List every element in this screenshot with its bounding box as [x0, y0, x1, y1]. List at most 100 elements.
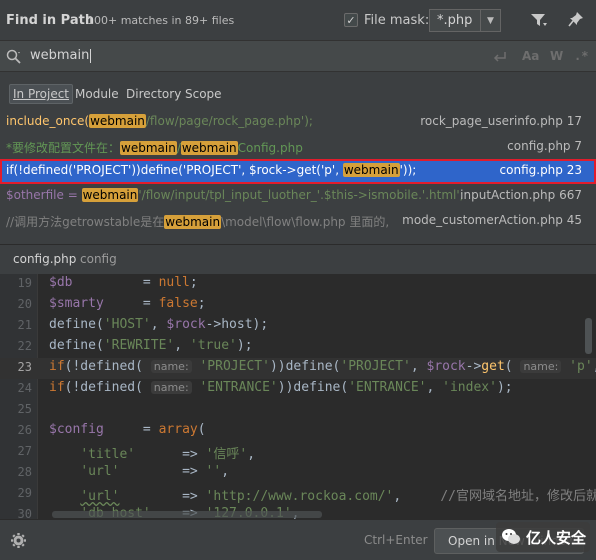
code-preview[interactable]: 19 $db = null; 20 $smarty = false; 21 defin… [0, 274, 596, 519]
file-mask-label: File mask: [364, 13, 430, 28]
line-number: 20 [17, 297, 32, 311]
preview-directory: config [80, 252, 117, 266]
tab-directory[interactable]: Directory [123, 84, 184, 104]
code-fragment: if(!defined('PROJECT'))define('PROJECT',… [6, 163, 343, 177]
result-location: config.php 23 [499, 163, 582, 177]
line-text: 'url' => 'http://www.rockoa.com/', //官网域… [80, 489, 596, 504]
line-text: define('HOST', $rock->host); [49, 317, 269, 332]
code-line: 21 define('HOST', $rock->host); [0, 316, 596, 337]
match-highlight: webmain [164, 215, 222, 229]
file-mask-select[interactable]: *.php ▼ [429, 9, 501, 32]
result-row[interactable]: include_once(webmain/flow/page/rock_page… [0, 110, 596, 135]
find-in-path-header: Find in Path 100+ matches in 89+ files ✓… [0, 0, 596, 40]
match-case-toggle[interactable]: Aa [522, 49, 539, 63]
line-text: define('REWRITE', 'true'); [49, 338, 253, 353]
result-row-selected[interactable]: if(!defined('PROJECT'))define('PROJECT',… [0, 159, 596, 184]
chevron-down-icon[interactable]: ▼ [480, 10, 500, 31]
line-text: $smarty = false; [49, 296, 206, 311]
line-text: $config = array( [49, 422, 206, 437]
search-input[interactable]: webmain [30, 48, 92, 63]
regex-toggle[interactable]: .* [574, 49, 588, 63]
code-fragment: *要修改配置文件在： [6, 141, 121, 155]
result-location: rock_page_userinfo.php 17 [420, 114, 582, 128]
line-number: 29 [17, 486, 32, 500]
line-text: $db = null; [49, 275, 198, 290]
result-row[interactable]: //调用方法getrowstable是在webmain\model\flow\f… [0, 209, 596, 234]
line-number: 19 [17, 276, 32, 290]
file-mask-checkbox[interactable]: ✓ [344, 13, 358, 27]
result-location: config.php 7 [507, 139, 582, 153]
search-query: webmain [30, 48, 90, 63]
tab-label: Scope [185, 87, 222, 101]
line-text: 'url' => '', [80, 464, 230, 479]
result-location: inputAction.php 667 [460, 188, 582, 202]
result-row[interactable]: *要修改配置文件在：webmain/webmainConfig.php conf… [0, 135, 596, 160]
tab-scope[interactable]: Scope [182, 84, 225, 104]
horizontal-scrollbar[interactable] [52, 511, 322, 518]
code-fragment: //调用方法getrowstable是在 [6, 215, 165, 229]
result-code: $otherfile = webmain'/flow/input/tpl_inp… [6, 188, 464, 202]
vertical-scrollbar[interactable] [585, 318, 592, 354]
line-number: 22 [17, 339, 32, 353]
line-number: 21 [17, 318, 32, 332]
text-caret [90, 48, 92, 63]
filter-icon[interactable] [530, 12, 548, 28]
line-number: 28 [17, 465, 32, 479]
preview-file-name: config.php [13, 252, 77, 266]
match-highlight: webmain [89, 114, 146, 128]
line-text: 'title' => '信呼', [80, 447, 256, 462]
code-line-current: 23 if(!defined( name: 'PROJECT'))define('… [0, 358, 596, 379]
watermark-text: 亿人安全 [526, 528, 587, 547]
result-location: mode_customerAction.php 45 [402, 213, 582, 227]
line-number: 30 [17, 507, 32, 519]
line-text: if(!defined( name: 'PROJECT'))define('PR… [49, 359, 596, 374]
wechat-logo-icon [502, 529, 520, 544]
line-number: 26 [17, 423, 32, 437]
tab-label: Directory [126, 87, 182, 101]
result-code: //调用方法getrowstable是在webmain\model\flow\f… [6, 213, 389, 230]
preview-header: config.php config [0, 244, 596, 274]
code-fragment: \model\flow\flow.php 里面的, [221, 215, 390, 229]
newline-icon[interactable] [493, 51, 507, 64]
code-fragment: include_once( [6, 114, 90, 128]
search-icon[interactable] [6, 49, 22, 65]
code-fragment: ')); [399, 163, 417, 177]
dialog-title: Find in Path [6, 13, 95, 28]
tab-module[interactable]: Module [72, 84, 122, 104]
code-line: 25 [0, 400, 596, 421]
tab-label: In Project [13, 87, 70, 101]
code-line: 22 define('REWRITE', 'true'); [0, 337, 596, 358]
result-row[interactable]: $otherfile = webmain'/flow/input/tpl_inp… [0, 184, 596, 209]
match-highlight: webmain [120, 141, 177, 155]
line-number: 27 [17, 444, 32, 458]
match-highlight: webmain [180, 141, 238, 155]
result-code: *要修改配置文件在：webmain/webmainConfig.php [6, 139, 303, 156]
code-line: 27 'title' => '信呼', [0, 442, 596, 463]
code-fragment: $otherfile = [6, 188, 82, 202]
code-fragment: /flow/page/rock_page.php'); [145, 114, 313, 128]
code-line: 29 'url' => 'http://www.rockoa.com/', //… [0, 484, 596, 505]
file-mask-value: *.php [437, 13, 473, 28]
results-list: include_once(webmain/flow/page/rock_page… [0, 110, 596, 244]
tab-in-project[interactable]: In Project [9, 84, 74, 104]
line-text: if(!defined( name: 'ENTRANCE'))define('E… [49, 380, 513, 395]
code-line: 19 $db = null; [0, 274, 596, 295]
result-code: if(!defined('PROJECT'))define('PROJECT',… [6, 163, 416, 177]
line-number: 25 [17, 402, 32, 416]
scope-tabs: In Project Module Directory Scope [0, 72, 596, 110]
line-number: 23 [17, 360, 32, 374]
result-code: include_once(webmain/flow/page/rock_page… [6, 114, 313, 128]
line-number: 24 [17, 381, 32, 395]
code-line: 26 $config = array( [0, 421, 596, 442]
tab-label: Module [75, 87, 119, 101]
search-row: webmain Aa W .* [0, 40, 596, 72]
whole-words-toggle[interactable]: W [550, 49, 563, 63]
shortcut-hint: Ctrl+Enter [364, 533, 428, 547]
gear-icon[interactable] [10, 532, 27, 549]
match-highlight: webmain [342, 163, 400, 177]
code-fragment: Config.php [237, 141, 303, 155]
match-highlight: webmain [81, 188, 139, 202]
code-fragment: '/flow/input/tpl_input_luother_'.$this->… [138, 188, 464, 202]
pin-icon[interactable] [568, 11, 584, 29]
code-line: 24 if(!defined( name: 'ENTRANCE'))define(… [0, 379, 596, 400]
